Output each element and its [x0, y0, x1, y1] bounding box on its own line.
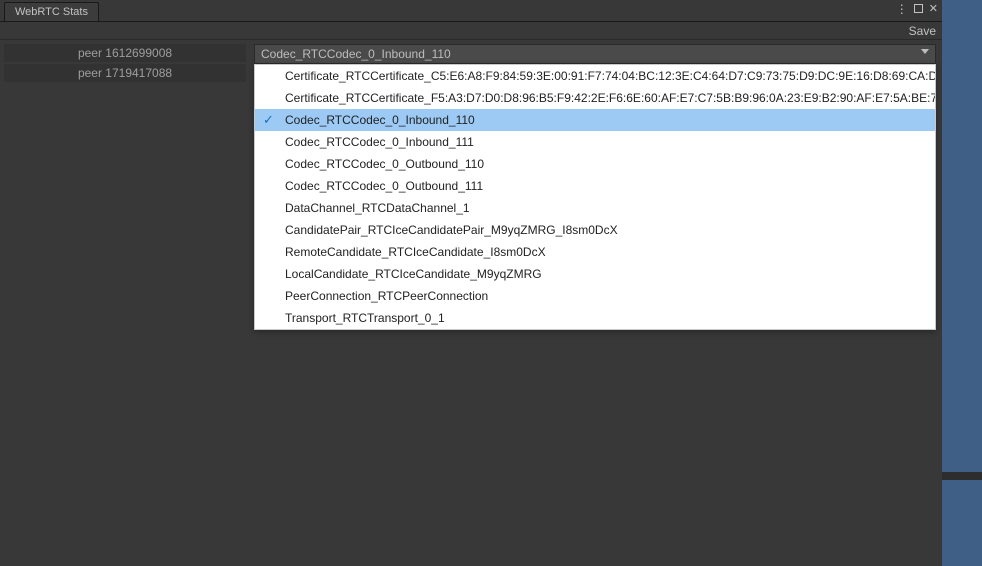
dropdown-option[interactable]: RemoteCandidate_RTCIceCandidate_I8sm0DcX	[255, 241, 935, 263]
dropdown-option[interactable]: LocalCandidate_RTCIceCandidate_M9yqZMRG	[255, 263, 935, 285]
kebab-menu-icon[interactable]	[896, 3, 908, 15]
save-button[interactable]: Save	[909, 24, 936, 38]
peer-label: peer 1719417088	[78, 66, 172, 80]
panel-tabbar: WebRTC Stats	[0, 0, 942, 22]
dropdown-option[interactable]: Transport_RTCTransport_0_1	[255, 307, 935, 329]
check-icon: ✓	[263, 112, 274, 128]
tab-label: WebRTC Stats	[15, 6, 88, 18]
dropdown-option[interactable]: Codec_RTCCodec_0_Inbound_111	[255, 131, 935, 153]
dropdown-option[interactable]: Codec_RTCCodec_0_Outbound_110	[255, 153, 935, 175]
option-label: Codec_RTCCodec_0_Inbound_110	[285, 113, 475, 127]
peer-list: peer 1612699008 peer 1719417088	[0, 40, 250, 566]
stats-main-area: Codec_RTCCodec_0_Inbound_110 Certificate…	[250, 40, 942, 566]
option-label: LocalCandidate_RTCIceCandidate_M9yqZMRG	[285, 267, 542, 281]
dropdown-option[interactable]: Certificate_RTCCertificate_F5:A3:D7:D0:D…	[255, 87, 935, 109]
peer-item[interactable]: peer 1719417088	[4, 64, 246, 82]
option-label: PeerConnection_RTCPeerConnection	[285, 289, 488, 303]
option-label: Certificate_RTCCertificate_F5:A3:D7:D0:D…	[285, 91, 935, 105]
dropdown-option[interactable]: DataChannel_RTCDataChannel_1	[255, 197, 935, 219]
panel-window-controls	[896, 2, 938, 15]
peer-label: peer 1612699008	[78, 46, 172, 60]
dropdown-option[interactable]: Codec_RTCCodec_0_Outbound_111	[255, 175, 935, 197]
option-label: CandidatePair_RTCIceCandidatePair_M9yqZM…	[285, 223, 618, 237]
option-label: Codec_RTCCodec_0_Outbound_111	[285, 179, 483, 193]
option-label: Codec_RTCCodec_0_Outbound_110	[285, 157, 484, 171]
dropdown-option[interactable]: Certificate_RTCCertificate_C5:E6:A8:F9:8…	[255, 65, 935, 87]
dropdown-option[interactable]: ✓ Codec_RTCCodec_0_Inbound_110	[255, 109, 935, 131]
option-label: Certificate_RTCCertificate_C5:E6:A8:F9:8…	[285, 69, 935, 83]
option-label: RemoteCandidate_RTCIceCandidate_I8sm0DcX	[285, 245, 546, 259]
chevron-down-icon	[921, 49, 929, 54]
dropdown-option[interactable]: PeerConnection_RTCPeerConnection	[255, 285, 935, 307]
panel-body: peer 1612699008 peer 1719417088 Codec_RT…	[0, 40, 942, 566]
webrtc-stats-panel: WebRTC Stats Save peer 1612699008 peer 1…	[0, 0, 942, 566]
combobox-value: Codec_RTCCodec_0_Inbound_110	[261, 47, 451, 61]
peer-item[interactable]: peer 1612699008	[4, 44, 246, 62]
adjacent-panel-edge	[942, 0, 982, 566]
panel-toolbar: Save	[0, 22, 942, 40]
option-label: DataChannel_RTCDataChannel_1	[285, 201, 470, 215]
option-label: Codec_RTCCodec_0_Inbound_111	[285, 135, 474, 149]
maximize-icon[interactable]	[914, 4, 923, 13]
stat-selector-combobox[interactable]: Codec_RTCCodec_0_Inbound_110	[254, 44, 936, 64]
stat-selector-dropdown: Certificate_RTCCertificate_C5:E6:A8:F9:8…	[254, 64, 936, 330]
close-icon[interactable]	[929, 2, 938, 15]
tab-webrtc-stats[interactable]: WebRTC Stats	[4, 2, 99, 21]
option-label: Transport_RTCTransport_0_1	[285, 311, 445, 325]
adjacent-panel-divider	[942, 472, 982, 480]
dropdown-option[interactable]: CandidatePair_RTCIceCandidatePair_M9yqZM…	[255, 219, 935, 241]
